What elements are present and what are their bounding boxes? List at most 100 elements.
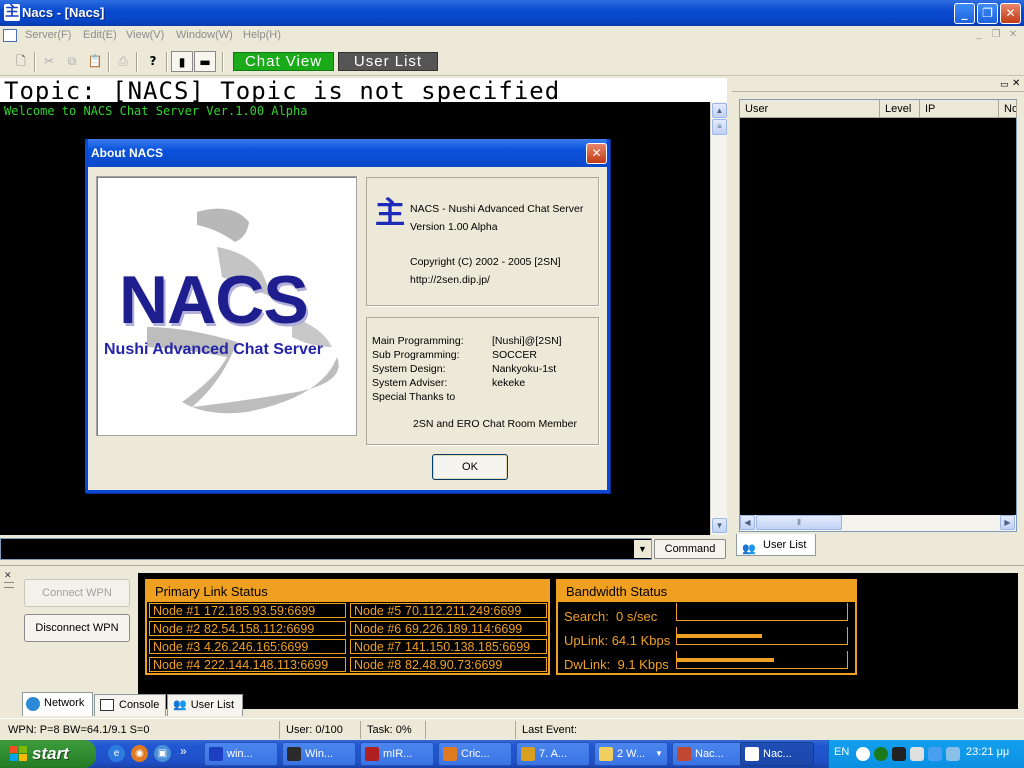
dialog-close-button[interactable]: ✕	[586, 143, 607, 164]
network-icon[interactable]	[946, 747, 960, 761]
new-document-icon[interactable]: 🗋	[10, 51, 32, 72]
user-count: User: 0/100	[279, 721, 359, 739]
command-input[interactable]	[0, 538, 652, 560]
tray-app-icon[interactable]	[892, 747, 906, 761]
tab-user-list-panel[interactable]: 👥 User List	[736, 534, 816, 556]
node-row: Node #6 69.226.189.114:6699	[350, 621, 547, 636]
node-address: 69.226.189.114:6699	[405, 622, 523, 636]
node-label: Node #2	[153, 622, 201, 636]
menu-view[interactable]: View(V)	[126, 29, 164, 41]
tray-app-icon[interactable]	[874, 747, 888, 761]
disconnect-wpn-button[interactable]: Disconnect WPN	[24, 614, 130, 642]
scroll-thumb[interactable]: ≡	[712, 119, 727, 135]
taskbar-item[interactable]: mIR...	[360, 742, 434, 766]
toolbar-separator	[222, 52, 224, 72]
tray-app-icon[interactable]	[910, 747, 924, 761]
tab-console[interactable]: Console	[94, 694, 166, 716]
taskbar-item[interactable]: Win...	[282, 742, 356, 766]
node-row: Node #4 222.144.148.113:6699	[149, 657, 346, 672]
node-address: 172.185.93.59:6699	[204, 604, 316, 618]
toggle-status-icon[interactable]: ▬	[194, 51, 216, 72]
column-level[interactable]: Level	[880, 100, 920, 118]
title-bar[interactable]: 主 Nacs - [Nacs] _ ❐ ✕	[0, 0, 1024, 26]
nacs-logo: NACS Nushi Advanced Chat Server	[96, 176, 357, 436]
tray-app-icon[interactable]	[928, 747, 942, 761]
taskbar-item-active[interactable]: Nac...	[740, 742, 814, 766]
maximize-button[interactable]: ❐	[977, 3, 998, 24]
paste-icon[interactable]: 📋	[84, 51, 106, 72]
menu-server[interactable]: Server(F)	[25, 29, 71, 41]
node-row: Node #8 82.48.90.73:6699	[350, 657, 547, 672]
copy-icon[interactable]: ⧉	[61, 51, 83, 72]
language-indicator[interactable]: EN	[834, 746, 849, 758]
quicklaunch-more-icon[interactable]: »	[180, 744, 187, 758]
bandwidth-label: Search: 0 s/sec	[564, 609, 658, 624]
user-list-table[interactable]: User Level IP No	[739, 99, 1017, 532]
scroll-down-icon[interactable]: ▼	[712, 518, 727, 533]
mdi-close-icon[interactable]: ✕	[1006, 29, 1020, 42]
credit-role: System Adviser:	[372, 377, 448, 389]
tray-arrow-icon[interactable]	[856, 747, 870, 761]
tab-network[interactable]: Network	[22, 692, 93, 716]
close-button[interactable]: ✕	[1000, 3, 1021, 24]
minimize-button[interactable]: _	[954, 3, 975, 24]
taskbar-item[interactable]: win...	[204, 742, 278, 766]
help-icon[interactable]: ?	[142, 51, 164, 72]
toggle-panel-icon[interactable]: ▮	[171, 51, 193, 72]
logo-subtitle: Nushi Advanced Chat Server	[104, 341, 324, 358]
node-address: 82.54.158.112:6699	[204, 622, 315, 636]
column-user[interactable]: User	[740, 100, 880, 118]
chat-view-button[interactable]: Chat View	[233, 52, 334, 71]
taskbar-item[interactable]: Nac...	[672, 742, 746, 766]
desktop-icon[interactable]: ▣	[154, 745, 171, 762]
command-history-dropdown-icon[interactable]: ▼	[634, 540, 651, 558]
clock: 23:21 μμ	[966, 746, 1010, 758]
panel-minimize-icon[interactable]: ▭	[1000, 79, 1009, 90]
ie-icon[interactable]: e	[108, 745, 125, 762]
taskbar-item[interactable]: Cric...	[438, 742, 512, 766]
ok-button[interactable]: OK	[432, 454, 508, 480]
command-button[interactable]: Command	[654, 539, 726, 559]
pane-grip-icon[interactable]	[4, 582, 14, 588]
scroll-up-icon[interactable]: ▲	[712, 103, 727, 118]
app-icon	[287, 747, 301, 761]
column-no[interactable]: No	[999, 100, 1017, 118]
hscroll-thumb[interactable]: ⦀	[756, 515, 842, 530]
node-label: Node #4	[153, 658, 201, 672]
group-dropdown-icon: ▼	[655, 749, 663, 758]
menu-edit[interactable]: Edit(E)	[83, 29, 117, 41]
mdi-restore-icon[interactable]: ❐	[989, 29, 1003, 42]
menu-help[interactable]: Help(H)	[243, 29, 281, 41]
user-panel-header: ▭ ✕	[732, 78, 1024, 92]
chat-scrollbar[interactable]: ▲ ≡ ▼	[710, 102, 727, 535]
column-ip[interactable]: IP	[920, 100, 999, 118]
dialog-title[interactable]: About NACS	[88, 139, 607, 167]
pane-close-icon[interactable]: ✕	[4, 570, 14, 580]
app-icon	[745, 747, 759, 761]
console-icon	[100, 699, 114, 711]
windows-flag-icon	[10, 746, 27, 761]
connect-wpn-button[interactable]: Connect WPN	[24, 579, 130, 607]
tab-user-list[interactable]: 👥 User List	[167, 694, 243, 716]
print-icon[interactable]: ⎙	[112, 51, 134, 72]
scroll-left-icon[interactable]: ◀	[740, 515, 755, 530]
node-address: 70.112.211.249:6699	[405, 604, 522, 618]
taskbar-item[interactable]: 7. A...	[516, 742, 590, 766]
cut-icon[interactable]: ✂	[38, 51, 60, 72]
node-address: 222.144.148.113:6699	[204, 658, 329, 672]
chat-message: Welcome to NACS Chat Server Ver.1.00 Alp…	[4, 104, 308, 118]
user-list-button[interactable]: User List	[338, 52, 438, 71]
primary-link-title: Primary Link Status	[147, 581, 548, 602]
topic-bar: Topic: [NACS] Topic is not specified	[0, 78, 727, 102]
taskbar-item[interactable]: 2 W... ▼	[594, 742, 668, 766]
mdi-minimize-icon[interactable]: _	[972, 29, 986, 42]
node-row: Node #1 172.185.93.59:6699	[149, 603, 346, 618]
mdi-window-icon[interactable]	[3, 29, 17, 42]
app-icon	[365, 747, 379, 761]
firefox-icon[interactable]: ◉	[131, 745, 148, 762]
scroll-right-icon[interactable]: ▶	[1000, 515, 1015, 530]
menu-window[interactable]: Window(W)	[176, 29, 233, 41]
bandwidth-value: 0 s/sec	[616, 609, 658, 624]
user-list-hscrollbar[interactable]: ◀ ⦀ ▶	[740, 515, 1016, 531]
panel-close-icon[interactable]: ✕	[1012, 78, 1020, 89]
